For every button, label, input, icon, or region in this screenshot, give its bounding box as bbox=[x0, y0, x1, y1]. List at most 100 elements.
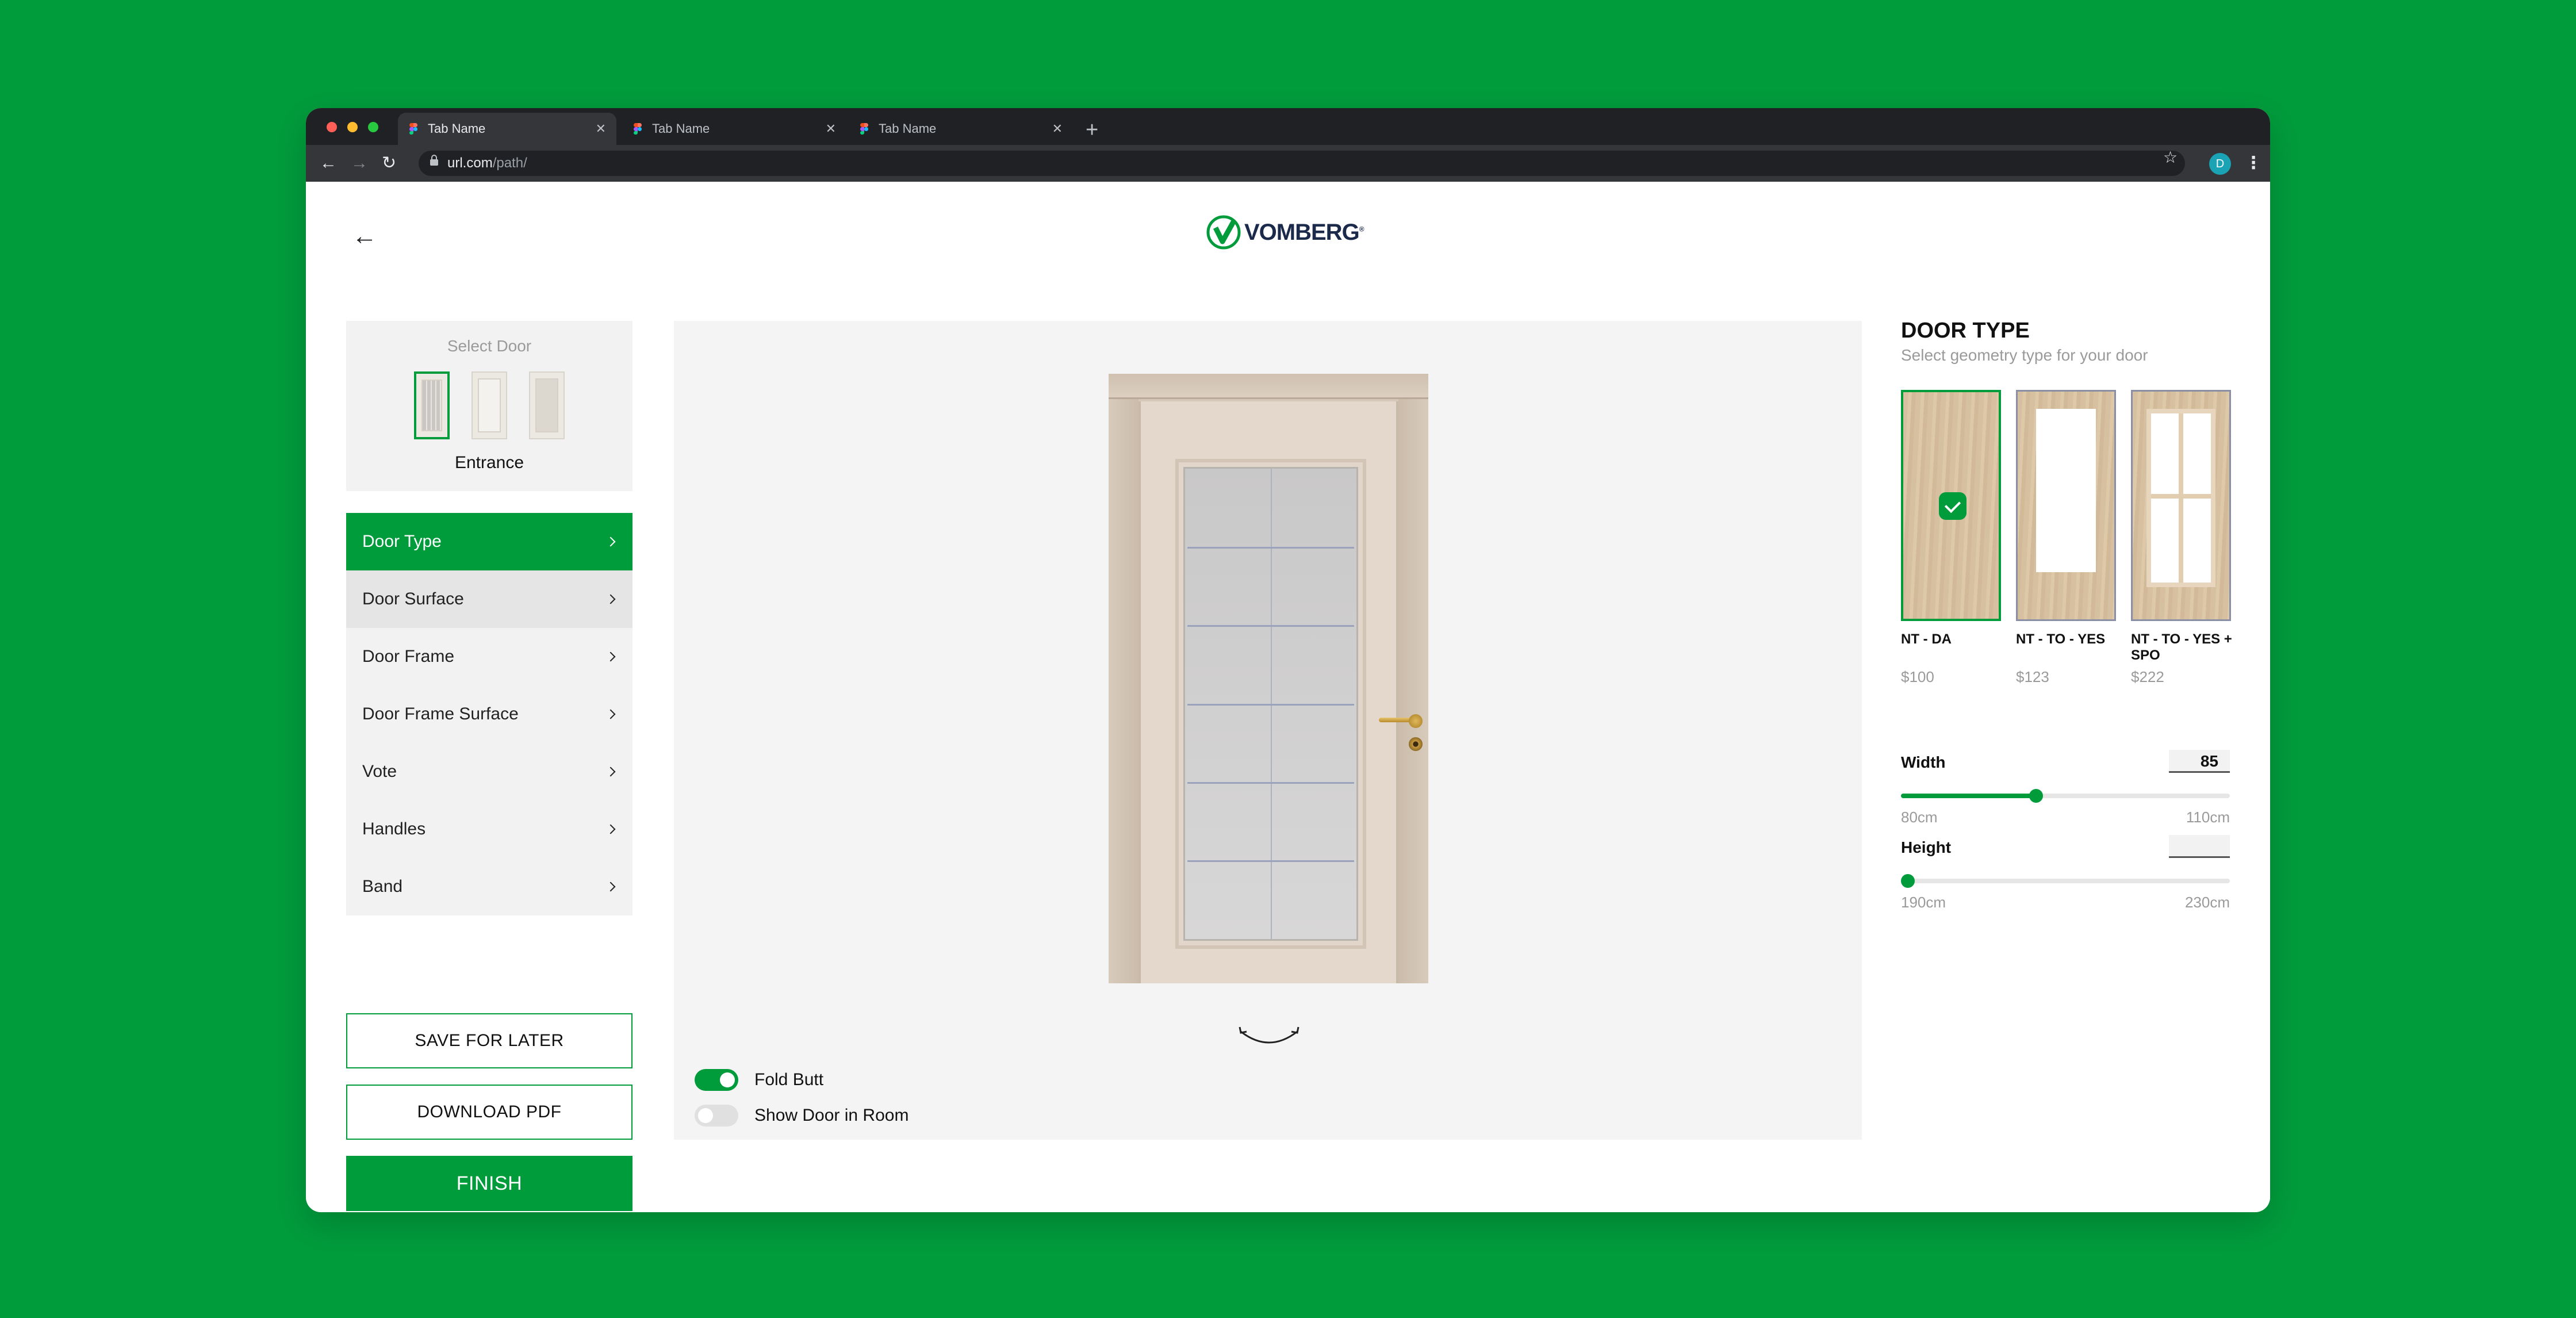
height-slider-handle[interactable] bbox=[1901, 874, 1915, 888]
close-tab-icon[interactable]: ✕ bbox=[596, 121, 606, 136]
chevron-right-icon bbox=[605, 824, 616, 834]
door-type-option-nt-da[interactable] bbox=[1901, 390, 2001, 621]
tab-title: Tab Name bbox=[428, 121, 486, 136]
logo-text: VOMBERG® bbox=[1244, 220, 1364, 246]
new-tab-icon[interactable]: + bbox=[1086, 115, 1098, 145]
save-for-later-button[interactable]: SAVE FOR LATER bbox=[346, 1013, 632, 1068]
height-label: Height bbox=[1901, 838, 1952, 856]
maximize-window-dot[interactable] bbox=[368, 122, 378, 132]
glass-window-divided bbox=[2146, 409, 2215, 587]
frame-right-post bbox=[1398, 399, 1428, 983]
bookmark-star-icon[interactable]: ☆ bbox=[2163, 145, 2178, 170]
url-host: url.com bbox=[447, 155, 493, 171]
glass-divider bbox=[1187, 546, 1354, 549]
profile-avatar[interactable]: D bbox=[2209, 153, 2231, 175]
menu-item-handles[interactable]: Handles bbox=[346, 800, 632, 858]
tab-title: Tab Name bbox=[879, 121, 937, 136]
lock-icon bbox=[430, 155, 438, 167]
fold-butt-label: Fold Butt bbox=[754, 1070, 824, 1089]
close-tab-icon[interactable]: ✕ bbox=[826, 121, 836, 136]
fold-butt-toggle[interactable] bbox=[695, 1069, 738, 1091]
glass-window bbox=[2036, 409, 2096, 572]
width-max: 110cm bbox=[2186, 809, 2230, 826]
door-handle-rose bbox=[1409, 714, 1423, 728]
fold-butt-toggle-row: Fold Butt bbox=[695, 1068, 823, 1091]
toggle-knob bbox=[698, 1108, 713, 1123]
configurator-page: ← VOMBERG® Select Door Entrance Door Typ… bbox=[306, 182, 2270, 1212]
menu-item-door-type[interactable]: Door Type bbox=[346, 513, 632, 570]
door-type-option-nt-to-yes-spo[interactable] bbox=[2131, 390, 2231, 621]
select-door-panel: Select Door Entrance bbox=[346, 321, 632, 491]
height-min: 190cm bbox=[1901, 894, 1946, 911]
rotate-view-icon[interactable] bbox=[1237, 1025, 1301, 1048]
height-input[interactable] bbox=[2169, 835, 2230, 858]
door-preview-area: Fold Butt Show Door in Room bbox=[674, 321, 1862, 1140]
menu-item-vote[interactable]: Vote bbox=[346, 743, 632, 800]
browser-tab-2[interactable]: Tab Name ✕ bbox=[622, 113, 846, 145]
show-door-in-room-label: Show Door in Room bbox=[754, 1106, 909, 1125]
glass-divider bbox=[1187, 781, 1354, 784]
toggle-knob bbox=[720, 1072, 735, 1087]
check-icon bbox=[1939, 492, 1966, 520]
menu-item-band[interactable]: Band bbox=[346, 858, 632, 915]
door-thumbnail-entrance[interactable] bbox=[414, 371, 450, 439]
option-name: NT - TO - YES bbox=[2016, 631, 2106, 647]
browser-toolbar: ← → ↻ url.com/path/ ☆ D ⋮ bbox=[306, 145, 2270, 182]
window-mullion bbox=[2151, 494, 2211, 499]
vomberg-logo: VOMBERG® bbox=[1205, 214, 1364, 251]
finish-button[interactable]: FINISH bbox=[346, 1156, 632, 1211]
back-arrow-icon[interactable]: ← bbox=[320, 145, 337, 182]
show-door-in-room-toggle[interactable] bbox=[695, 1105, 738, 1127]
width-slider[interactable] bbox=[1901, 789, 2230, 803]
chevron-right-icon bbox=[605, 594, 616, 604]
height-max: 230cm bbox=[2184, 894, 2230, 911]
select-door-title: Select Door bbox=[447, 337, 532, 355]
menu-item-label: Door Surface bbox=[362, 589, 464, 608]
browser-tab-3[interactable]: Tab Name ✕ bbox=[849, 113, 1073, 145]
keyhole-icon bbox=[1409, 737, 1423, 751]
door-thumbnail-2[interactable] bbox=[471, 371, 507, 439]
menu-item-door-surface[interactable]: Door Surface bbox=[346, 570, 632, 628]
logo-wordmark: VOMBERG bbox=[1244, 219, 1360, 245]
download-pdf-button[interactable]: DOWNLOAD PDF bbox=[346, 1085, 632, 1140]
option-price: $100 bbox=[1901, 668, 1934, 685]
option-price: $123 bbox=[2016, 668, 2049, 685]
menu-item-door-frame[interactable]: Door Frame bbox=[346, 628, 632, 685]
menu-item-label: Door Frame bbox=[362, 647, 455, 666]
close-window-dot[interactable] bbox=[327, 122, 337, 132]
close-tab-icon[interactable]: ✕ bbox=[1052, 121, 1063, 136]
reload-icon[interactable]: ↻ bbox=[382, 145, 396, 182]
figma-favicon-icon bbox=[409, 123, 417, 135]
browser-tab-1[interactable]: Tab Name ✕ bbox=[398, 113, 616, 145]
width-slider-handle[interactable] bbox=[2029, 789, 2043, 803]
back-arrow-icon[interactable]: ← bbox=[352, 222, 377, 251]
minimize-window-dot[interactable] bbox=[347, 122, 358, 132]
door-render bbox=[1109, 374, 1428, 983]
height-slider[interactable] bbox=[1901, 874, 2230, 888]
thumbnail-panel bbox=[535, 378, 558, 432]
option-name: NT - TO - YES + SPO bbox=[2131, 631, 2232, 663]
menu-item-label: Vote bbox=[362, 762, 397, 781]
menu-item-door-frame-surface[interactable]: Door Frame Surface bbox=[346, 685, 632, 743]
width-input[interactable]: 85 bbox=[2169, 750, 2230, 773]
chevron-right-icon bbox=[605, 882, 616, 892]
glass-divider bbox=[1187, 704, 1354, 706]
selected-door-name: Entrance bbox=[454, 453, 524, 472]
browser-tabstrip: Tab Name ✕ Tab Name ✕ Tab Name ✕ + bbox=[306, 108, 2270, 145]
door-type-title: DOOR TYPE bbox=[1901, 319, 2030, 343]
forward-arrow-icon[interactable]: → bbox=[351, 145, 368, 182]
door-type-option-nt-to-yes[interactable] bbox=[2016, 390, 2116, 621]
tab-title: Tab Name bbox=[652, 121, 710, 136]
menu-item-label: Band bbox=[362, 877, 403, 896]
door-thumbnail-3[interactable] bbox=[529, 371, 565, 439]
menu-item-label: Door Type bbox=[362, 532, 442, 551]
registered-mark: ® bbox=[1359, 225, 1364, 233]
address-bar[interactable]: url.com/path/ bbox=[419, 151, 2185, 176]
url-text: url.com/path/ bbox=[447, 151, 527, 176]
logo-check-icon bbox=[1205, 214, 1242, 251]
door-leaf bbox=[1138, 401, 1423, 983]
browser-menu-icon[interactable]: ⋮ bbox=[2245, 145, 2262, 182]
show-room-toggle-row: Show Door in Room bbox=[695, 1104, 908, 1127]
width-min: 80cm bbox=[1901, 809, 1938, 826]
menu-item-label: Door Frame Surface bbox=[362, 704, 519, 723]
